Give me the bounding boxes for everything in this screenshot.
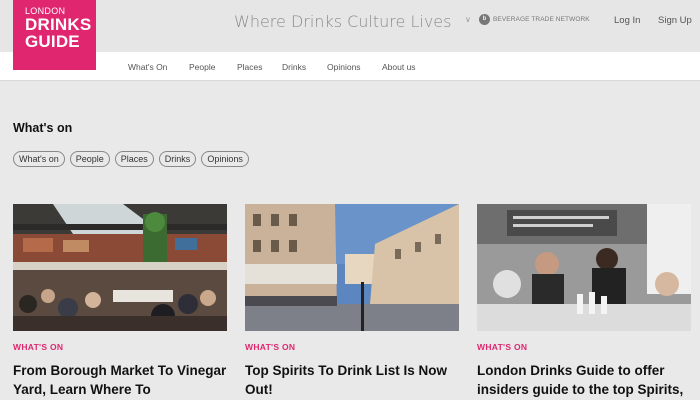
nav-about-us[interactable]: About us — [382, 62, 416, 72]
section-title: What's on — [13, 121, 73, 135]
network-name: BEVERAGE TRADE NETWORK — [493, 16, 590, 23]
filter-chips: What's on People Places Drinks Opinions — [13, 151, 249, 167]
article-title[interactable]: Top Spirits To Drink List Is Now Out! — [245, 361, 459, 399]
site-logo[interactable]: LONDON DRINKS GUIDE — [13, 0, 96, 70]
article-image-street[interactable] — [245, 204, 459, 331]
article-image-tasting[interactable] — [477, 204, 691, 331]
chevron-down-icon[interactable]: ∨ — [465, 15, 471, 24]
network-logo-icon: b — [479, 14, 490, 25]
site-tagline: Where Drinks Culture Lives — [234, 12, 452, 31]
article-category: WHAT'S ON — [477, 342, 528, 352]
network-link[interactable]: b BEVERAGE TRADE NETWORK — [479, 14, 590, 25]
logo-line-3: GUIDE — [25, 32, 80, 51]
signup-link[interactable]: Sign Up — [658, 15, 692, 26]
article-category: WHAT'S ON — [13, 342, 64, 352]
article-card[interactable]: WHAT'S ON Top Spirits To Drink List Is N… — [245, 204, 459, 399]
article-title[interactable]: From Borough Market To Vinegar Yard, Lea… — [13, 361, 227, 399]
article-card[interactable]: WHAT'S ON From Borough Market To Vinegar… — [13, 204, 227, 399]
chip-opinions[interactable]: Opinions — [201, 151, 249, 167]
top-header: LONDON DRINKS GUIDE Where Drinks Culture… — [0, 0, 700, 70]
chip-whats-on[interactable]: What's on — [13, 151, 65, 167]
nav-drinks[interactable]: Drinks — [282, 62, 306, 72]
logo-line-2: DRINKS — [25, 15, 92, 34]
article-image-market[interactable] — [13, 204, 227, 331]
article-title[interactable]: London Drinks Guide to offer insiders gu… — [477, 361, 700, 399]
chip-places[interactable]: Places — [114, 151, 154, 167]
nav-opinions[interactable]: Opinions — [327, 62, 361, 72]
nav-whats-on[interactable]: What's On — [128, 62, 167, 72]
chip-drinks[interactable]: Drinks — [158, 151, 197, 167]
nav-people[interactable]: People — [189, 62, 215, 72]
nav-places[interactable]: Places — [237, 62, 263, 72]
login-link[interactable]: Log In — [614, 15, 640, 26]
article-category: WHAT'S ON — [245, 342, 296, 352]
main-nav: What's On People Places Drinks Opinions … — [0, 52, 700, 81]
chip-people[interactable]: People — [69, 151, 110, 167]
article-card[interactable]: WHAT'S ON London Drinks Guide to offer i… — [477, 204, 700, 399]
